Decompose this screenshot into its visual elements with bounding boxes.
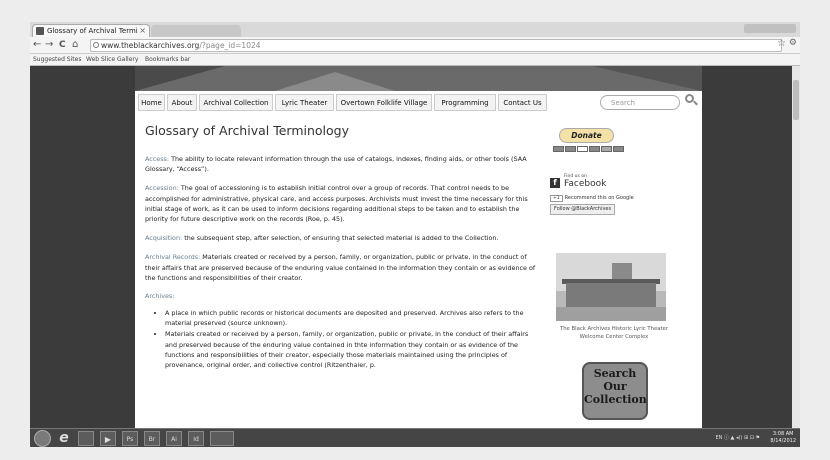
archives-heading: Archives: [145, 292, 175, 301]
web-page: Home About Archival Collection Lyric The… [135, 66, 702, 428]
bookmark-suggested-sites[interactable]: Suggested Sites [33, 54, 81, 65]
scrollbar[interactable] [792, 66, 800, 428]
close-tab-icon[interactable]: × [139, 25, 146, 37]
list-item: A place in which public records or histo… [165, 308, 540, 328]
url-host: www.theblackarchives.org [101, 41, 200, 50]
nav-contact-us[interactable]: Contact Us [498, 94, 547, 111]
mastercard-icon [553, 146, 564, 152]
bookmarks-bar: Suggested Sites Web Slice Gallery Bookma… [30, 54, 800, 66]
clock-date: 8/14/2012 [770, 438, 796, 444]
glossary-entry: Acquisition: the subsequent step, after … [145, 233, 540, 243]
term-label: Acquisition: [145, 234, 183, 243]
tab-strip: Glossary of Archival Termi × [30, 22, 800, 37]
system-tray[interactable]: EN ⓘ ▲ ◂)) ⊞ ⊡ ⚑ [715, 434, 760, 441]
indesign-icon[interactable]: Id [188, 431, 204, 446]
donate-button[interactable]: Donate [559, 128, 614, 143]
facebook-icon: f [550, 178, 560, 188]
amex-icon [565, 146, 576, 152]
wrench-icon[interactable]: ⚙ [789, 38, 797, 48]
start-button[interactable] [34, 430, 51, 447]
echeck-icon [613, 146, 624, 152]
discover-icon [589, 146, 600, 152]
favicon-icon [36, 27, 44, 35]
browser-toolbar: ← → C ⌂ www.theblackarchives.org/?page_i… [30, 37, 800, 54]
facebook-badge[interactable]: f Find us on Facebook [550, 174, 640, 192]
glossary-entry: Archival Records: Materials created or r… [145, 252, 540, 283]
chrome-taskbar-icon[interactable] [210, 431, 234, 446]
term-label: Accession: [145, 184, 179, 193]
nav-archival-collection[interactable]: Archival Collection [199, 94, 273, 111]
search-icon[interactable] [685, 94, 694, 103]
bookmark-web-slice-gallery[interactable]: Web Slice Gallery [86, 54, 138, 65]
term-definition: The ability to locate relevant informati… [145, 155, 527, 174]
taskbar: e ▶ Ps Br Ai Id EN ⓘ ▲ ◂)) ⊞ ⊡ ⚑ 3:08 AM… [30, 428, 800, 447]
photo-caption: The Black Archives Historic Lyric Theate… [559, 326, 669, 340]
address-bar[interactable]: www.theblackarchives.org/?page_id=1024 [90, 39, 782, 52]
main-content: Glossary of Archival Terminology Access:… [145, 123, 540, 371]
nav-overtown-folklife-village[interactable]: Overtown Folklife Village [336, 94, 432, 111]
archives-definitions: A place in which public records or histo… [145, 308, 540, 370]
bookmark-folder[interactable]: Bookmarks bar [145, 54, 190, 65]
url-path: /?page_id=1024 [199, 41, 261, 50]
search-collection-label: Search Our Collection [584, 367, 647, 406]
facebook-label: Facebook [564, 179, 607, 189]
nav-programming[interactable]: Programming [434, 94, 496, 111]
term-label: Access: [145, 155, 170, 163]
twitter-follow-button[interactable]: Follow @BlackArchives [550, 204, 616, 215]
reload-icon[interactable]: C [59, 38, 66, 52]
back-icon[interactable]: ← [33, 38, 41, 52]
nav-lyric-theater[interactable]: Lyric Theater [275, 94, 334, 111]
screen: Glossary of Archival Termi × ← → C ⌂ www… [30, 22, 800, 447]
nav-about[interactable]: About [167, 94, 197, 111]
site-search-input[interactable]: Search [600, 95, 680, 110]
page-title: Glossary of Archival Terminology [145, 123, 350, 138]
file-explorer-icon[interactable] [78, 431, 94, 446]
glossary-entry: Access: The ability to locate relevant i… [145, 154, 540, 174]
clock-time: 3:08 AM [772, 431, 794, 437]
forward-icon[interactable]: → [45, 38, 53, 52]
internet-explorer-icon[interactable]: e [56, 431, 72, 446]
tab-title: Glossary of Archival Termi [47, 27, 138, 35]
plus-one-icon: +1 [550, 195, 563, 202]
illustrator-icon[interactable]: Ai [166, 431, 182, 446]
bridge-icon[interactable]: Br [144, 431, 160, 446]
media-player-icon[interactable]: ▶ [100, 431, 116, 446]
google-plus-one[interactable]: +1 Recommend this on Google [550, 195, 634, 202]
term-definition: Materials created or received by a perso… [145, 253, 536, 282]
globe-icon [93, 42, 99, 48]
new-tab-button[interactable] [151, 25, 241, 37]
photoshop-icon[interactable]: Ps [122, 431, 138, 446]
search-collection-button[interactable]: Search Our Collection [582, 362, 648, 420]
nav-home[interactable]: Home [138, 94, 165, 111]
term-definition: the subsequent step, after selection, of… [182, 234, 499, 243]
bookmark-star-icon[interactable]: ☆ [777, 38, 786, 49]
window-controls[interactable] [744, 24, 796, 33]
clock[interactable]: 3:08 AM 8/14/2012 [770, 431, 796, 445]
scrollbar-thumb[interactable] [793, 80, 799, 120]
page-viewport: Home About Archival Collection Lyric The… [30, 66, 792, 428]
site-banner [135, 66, 702, 91]
glossary-entry: Accession: The goal of accessioning is t… [145, 183, 540, 224]
list-item: Materials created or received by a perso… [165, 329, 540, 370]
lyric-theater-photo[interactable] [556, 253, 666, 321]
bank-icon [601, 146, 612, 152]
gplus-label: Recommend this on Google [564, 195, 634, 201]
visa-icon [577, 146, 588, 152]
term-label: Archival Records: [145, 253, 201, 262]
home-icon[interactable]: ⌂ [72, 38, 78, 52]
browser-tab[interactable]: Glossary of Archival Termi × [32, 24, 150, 37]
term-definition: The goal of accessioning is to establish… [145, 184, 528, 224]
